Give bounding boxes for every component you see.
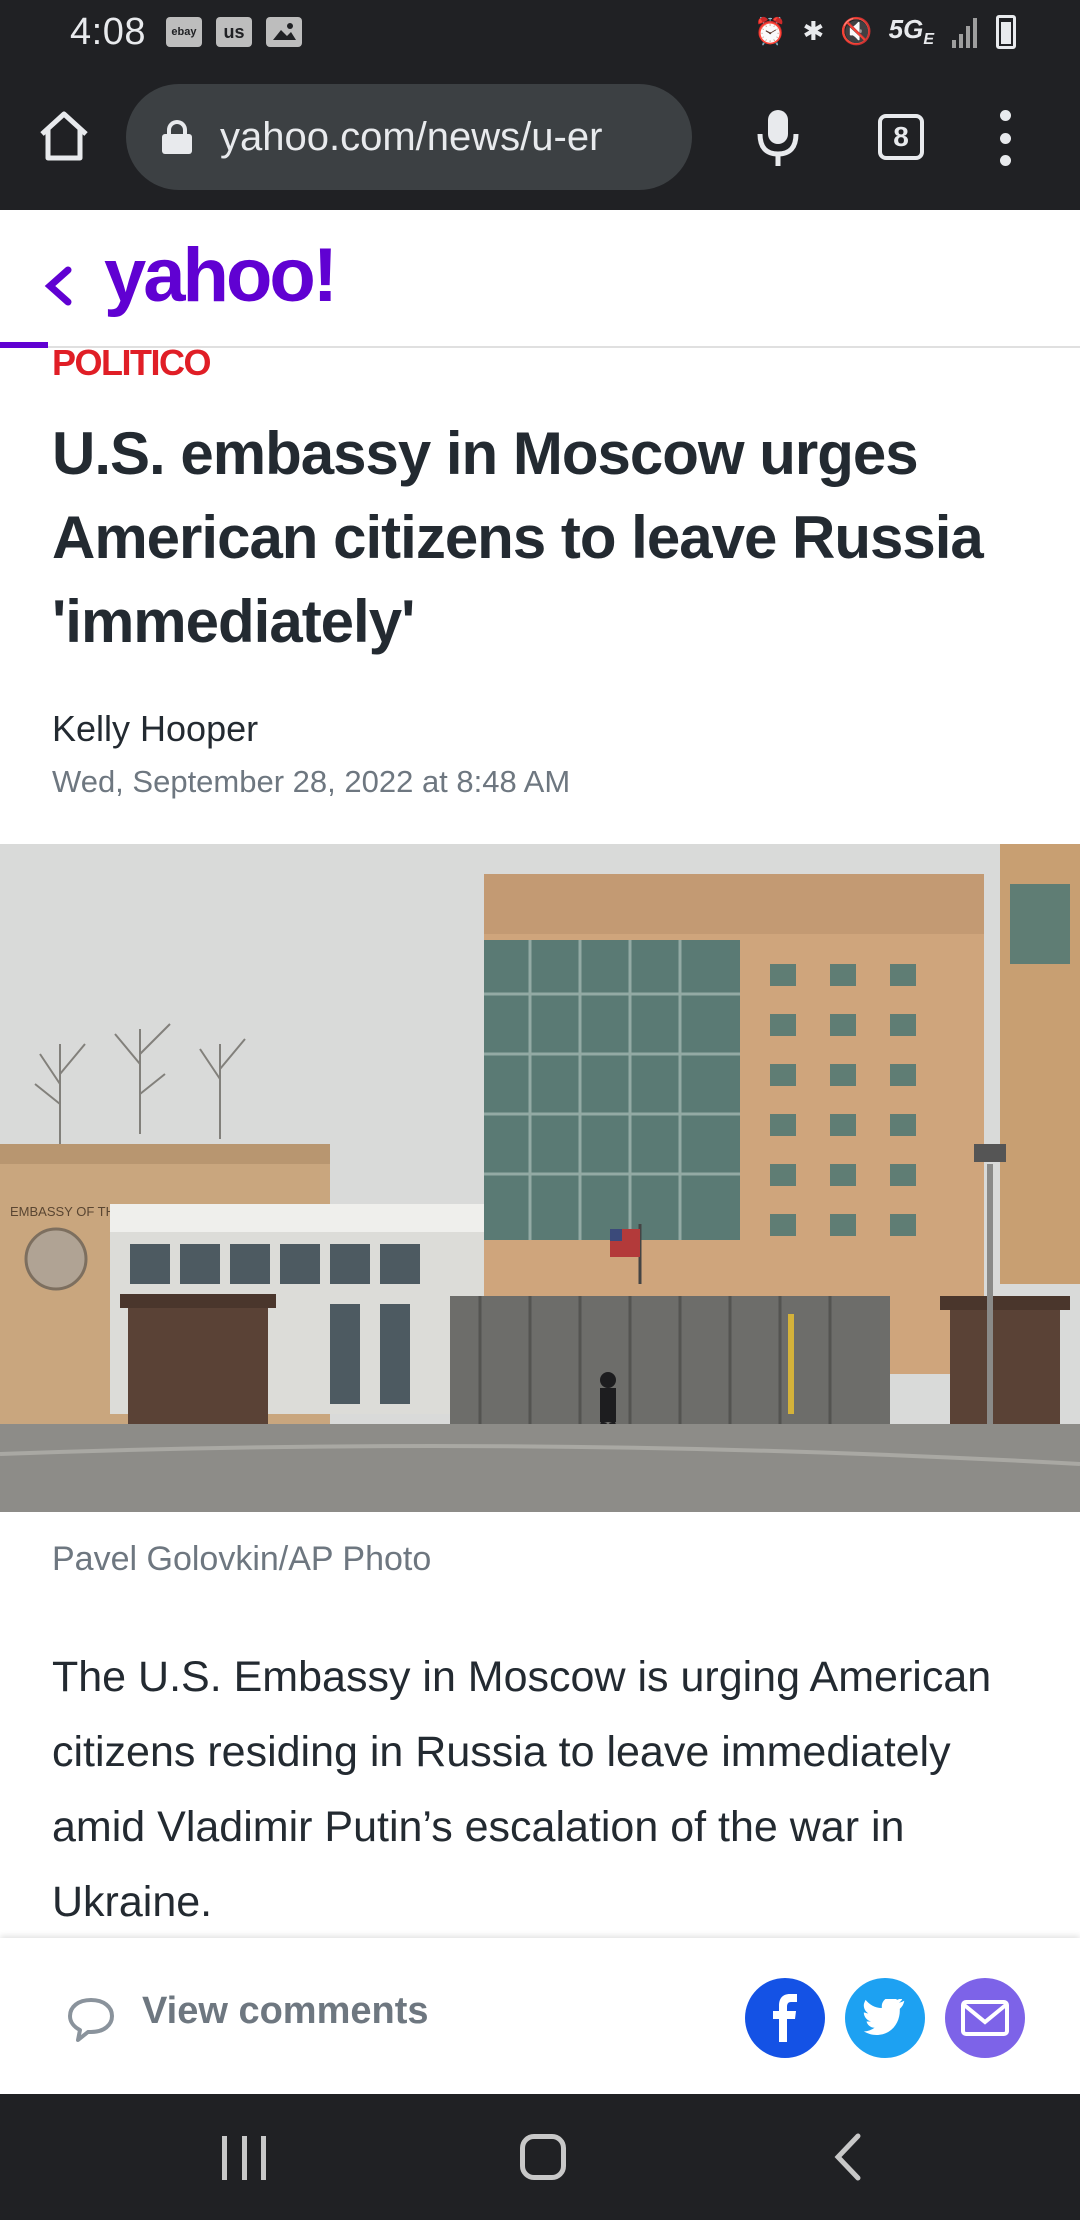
- twitter-icon: [863, 1999, 905, 2036]
- bluetooth-icon: ✱: [802, 16, 825, 47]
- browser-toolbar: yahoo.com/news/u-er 8: [0, 64, 1080, 210]
- article-source[interactable]: POLITICO: [52, 342, 212, 384]
- article-photo[interactable]: EMBASSY OF THE UNITED STATES OF AMERICA: [0, 844, 1080, 1512]
- article-headline: U.S. embassy in Moscow urges American ci…: [52, 420, 984, 655]
- facebook-share-button[interactable]: [745, 1978, 825, 2058]
- home-button-icon[interactable]: [520, 2134, 566, 2180]
- home-icon[interactable]: [36, 108, 92, 164]
- twitter-share-button[interactable]: [845, 1978, 925, 2058]
- battery-icon: [996, 14, 1016, 49]
- system-icons: ⏰ ✱ 🔇 5GE: [754, 14, 1016, 49]
- overflow-menu-icon[interactable]: [990, 110, 1020, 166]
- view-comments-button[interactable]: View comments: [142, 1990, 429, 2033]
- system-navigation-bar: [0, 2094, 1080, 2220]
- back-chevron-icon[interactable]: [40, 256, 76, 316]
- site-header: yahoo!: [0, 212, 1080, 348]
- status-bar: 4:08 ebay us ⏰ ✱ 🔇 5GE: [0, 0, 1080, 64]
- article-body-paragraph: The U.S. Embassy in Moscow is urging Ame…: [52, 1653, 992, 1926]
- reading-progress-bar: [0, 342, 48, 348]
- facebook-icon: [773, 1994, 797, 2042]
- article-author[interactable]: Kelly Hooper: [52, 708, 258, 750]
- mute-icon: 🔇: [840, 16, 873, 47]
- image-notification-icon: [265, 17, 302, 47]
- network-label: 5GE: [888, 14, 934, 49]
- embassy-photo-illustration: EMBASSY OF THE UNITED STATES OF AMERICA: [0, 844, 1080, 1512]
- status-time: 4:08: [70, 10, 146, 53]
- address-bar[interactable]: yahoo.com/news/u-er: [126, 84, 692, 190]
- notification-icons: ebay us: [165, 17, 302, 47]
- tab-switcher-button[interactable]: 8: [878, 114, 924, 160]
- comment-icon[interactable]: [66, 1996, 116, 2042]
- url-text: yahoo.com/news/u-er: [220, 114, 603, 159]
- recent-apps-icon[interactable]: [222, 2136, 266, 2180]
- us-notification-icon: us: [215, 17, 252, 47]
- mail-icon: [961, 2000, 1009, 2036]
- signal-icon: [952, 17, 977, 48]
- article-action-bar: View comments: [0, 1938, 1080, 2094]
- lock-icon: [162, 120, 192, 154]
- ebay-notification-icon: ebay: [165, 17, 202, 47]
- back-icon[interactable]: [830, 2130, 866, 2184]
- email-share-button[interactable]: [945, 1978, 1025, 2058]
- article-date: Wed, September 28, 2022 at 8:48 AM: [52, 764, 571, 799]
- microphone-icon[interactable]: [750, 108, 806, 168]
- photo-caption: Pavel Golovkin/AP Photo: [52, 1540, 432, 1578]
- alarm-icon: ⏰: [754, 16, 787, 47]
- yahoo-logo[interactable]: yahoo!: [104, 232, 338, 319]
